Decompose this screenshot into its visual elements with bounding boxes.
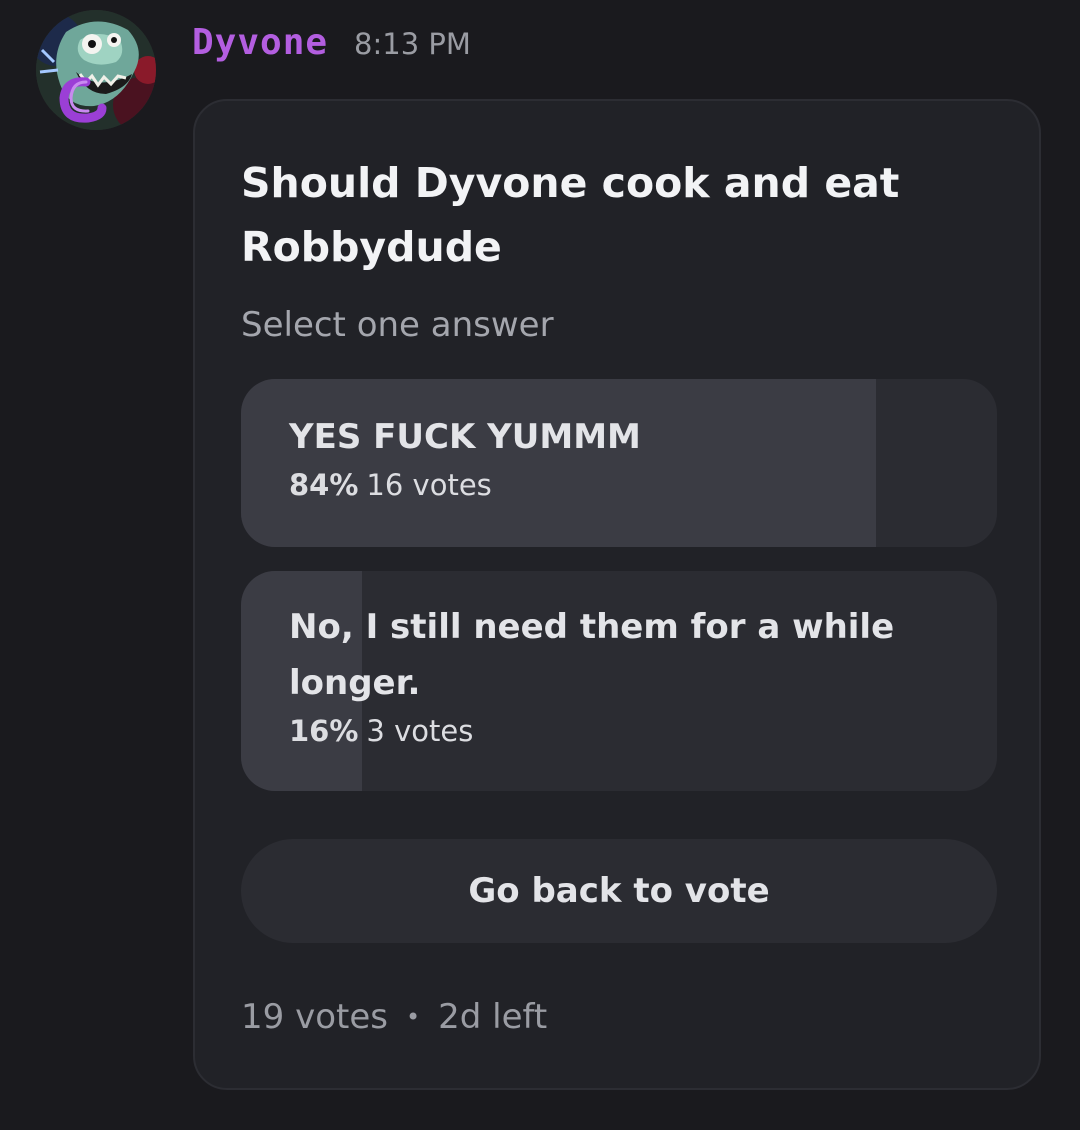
- poll-answer-votes: 3 votes: [366, 714, 474, 748]
- monster-avatar-icon: [36, 10, 156, 130]
- poll-time-left: 2d left: [438, 997, 548, 1037]
- poll-total-votes: 19 votes: [241, 997, 388, 1037]
- author-avatar[interactable]: [36, 10, 156, 130]
- poll-answer-percent: 84%: [289, 468, 359, 502]
- poll-answer-stats: 16% 3 votes: [289, 711, 937, 751]
- poll-answer-votes: 16 votes: [366, 468, 492, 502]
- footer-separator: •: [405, 1003, 421, 1031]
- poll-answer-content: YES FUCK YUMMM 84% 16 votes: [289, 409, 937, 505]
- poll-answer-text: YES FUCK YUMMM: [289, 417, 641, 457]
- poll-answer[interactable]: No, I still need them for a while longer…: [241, 571, 997, 791]
- poll-answer[interactable]: YES FUCK YUMMM 84% 16 votes: [241, 379, 997, 547]
- poll-footer: 19 votes • 2d left: [241, 997, 547, 1037]
- poll-message: Dyvone 8:13 PM Should Dyvone cook and ea…: [0, 0, 1080, 1130]
- poll-answer-content: No, I still need them for a while longer…: [289, 599, 937, 751]
- poll-answer-percent: 16%: [289, 714, 359, 748]
- poll-card: Should Dyvone cook and eat Robbydude Sel…: [193, 99, 1041, 1090]
- poll-question: Should Dyvone cook and eat Robbydude: [241, 159, 900, 271]
- go-back-to-vote-button[interactable]: Go back to vote: [241, 839, 997, 943]
- poll-answer-stats: 84% 16 votes: [289, 465, 937, 505]
- message-timestamp: 8:13 PM: [354, 27, 471, 61]
- poll-hint: Select one answer: [241, 305, 554, 345]
- poll-answer-text: No, I still need them for a while longer…: [289, 607, 895, 703]
- message-header: Dyvone 8:13 PM: [192, 22, 471, 72]
- author-name[interactable]: Dyvone: [192, 22, 328, 63]
